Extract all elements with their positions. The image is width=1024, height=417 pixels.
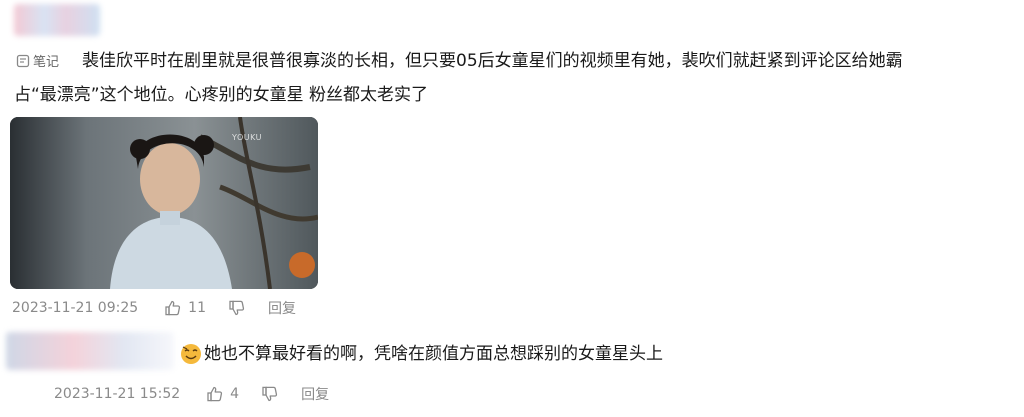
thumbs-down-icon [262, 386, 278, 402]
like-count: 11 [188, 300, 206, 316]
comment-meta-row: 2023-11-21 09:25 11 回复 [12, 298, 296, 318]
comment-text: 她也不算最好看的啊，凭啥在颜值方面总想踩别的女童星头上 [204, 344, 663, 364]
timestamp: 2023-11-21 09:25 [12, 300, 139, 316]
reply-button[interactable]: 回复 [268, 298, 296, 318]
thumbs-down-icon [229, 300, 245, 316]
like-count: 4 [230, 386, 240, 402]
comment-meta-row: 2023-11-21 15:52 4 回复 [54, 384, 329, 404]
face-emoji-icon [181, 344, 201, 364]
timestamp: 2023-11-21 15:52 [54, 386, 181, 402]
comment-text-line1: 裴佳欣平时在剧里就是很普很寡淡的长相，但只要05后女童星们的视频里有她，裴吹们就… [82, 51, 903, 71]
dislike-button[interactable] [261, 385, 279, 403]
video-watermark: YOUKU [232, 133, 262, 142]
like-button[interactable]: 4 [206, 385, 239, 403]
note-tag-label: 笔记 [33, 55, 60, 70]
video-still [10, 117, 318, 289]
dislike-button[interactable] [228, 299, 246, 317]
reply-button[interactable]: 回复 [301, 384, 329, 404]
like-button[interactable]: 11 [164, 299, 206, 317]
thumbs-up-icon [165, 300, 181, 316]
blurred-username [14, 4, 100, 36]
blurred-username [6, 332, 174, 370]
comment-text-line2: 占“最漂亮”这个地位。心疼别的女童星 粉丝都太老实了 [14, 85, 429, 105]
note-icon [16, 54, 30, 67]
thumbs-up-icon [207, 386, 223, 402]
note-tag: 笔记 [16, 51, 59, 70]
video-thumbnail[interactable]: YOUKU [10, 117, 318, 289]
